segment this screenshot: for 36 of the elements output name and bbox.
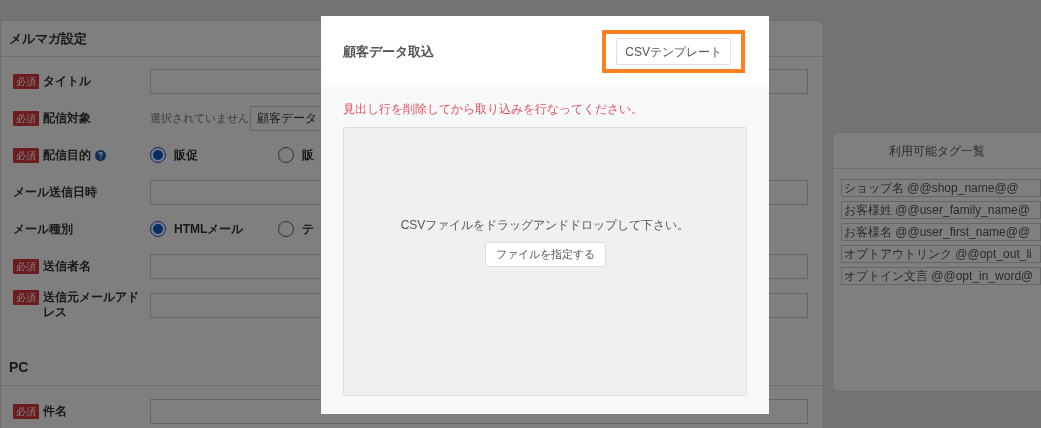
csv-template-button[interactable]: CSVテンプレート — [616, 38, 731, 65]
field-label: タイトル — [43, 73, 91, 89]
required-badge: 必須 — [13, 73, 39, 89]
tag-item[interactable]: お客様姓 @@user_family_name@ — [841, 201, 1041, 219]
radio-label: HTMLメール — [174, 221, 244, 238]
tag-item[interactable]: オプトアウトリンク @@opt_out_li — [841, 245, 1041, 263]
field-label: 配信目的 — [43, 147, 91, 163]
radio-label: テ — [302, 221, 314, 238]
radio-button[interactable] — [278, 147, 294, 163]
required-badge: 必須 — [13, 110, 39, 126]
field-label: 件名 — [43, 403, 67, 419]
field-label: 送信元メールアドレス — [43, 290, 140, 320]
choose-file-button[interactable]: ファイルを指定する — [484, 242, 606, 267]
field-label: 配信対象 — [43, 110, 91, 126]
required-badge: 必須 — [13, 147, 39, 163]
field-label: 送信者名 — [43, 258, 91, 274]
card-title: メルマガ設定 — [9, 29, 87, 48]
radio-button[interactable] — [278, 221, 294, 237]
radio-button[interactable] — [150, 221, 166, 237]
tag-item[interactable]: お客様名 @@user_first_name@@ — [841, 223, 1041, 241]
drop-zone[interactable]: CSVファイルをドラッグアンドドロップして下さい。 ファイルを指定する — [343, 127, 747, 396]
required-badge: 必須 — [13, 403, 39, 419]
radio-label: 販促 — [174, 147, 198, 164]
tag-item[interactable]: ショップ名 @@shop_name@@ — [841, 179, 1041, 197]
required-badge: 必須 — [13, 290, 39, 305]
tag-item[interactable]: オプトイン文言 @@opt_in_word@ — [841, 267, 1041, 285]
field-label: メール送信日時 — [13, 184, 97, 200]
tag-list-title: 利用可能タグ一覧 — [889, 142, 985, 160]
field-label: メール種別 — [13, 221, 73, 237]
radio-button[interactable] — [150, 147, 166, 163]
radio-label: 販 — [302, 147, 314, 164]
section-title: PC — [9, 358, 29, 377]
drop-instruction: CSVファイルをドラッグアンドドロップして下さい。 — [400, 217, 690, 234]
selection-status: 選択されていません — [150, 110, 250, 126]
dialog-title: 顧客データ取込 — [343, 42, 434, 61]
required-badge: 必須 — [13, 258, 39, 274]
